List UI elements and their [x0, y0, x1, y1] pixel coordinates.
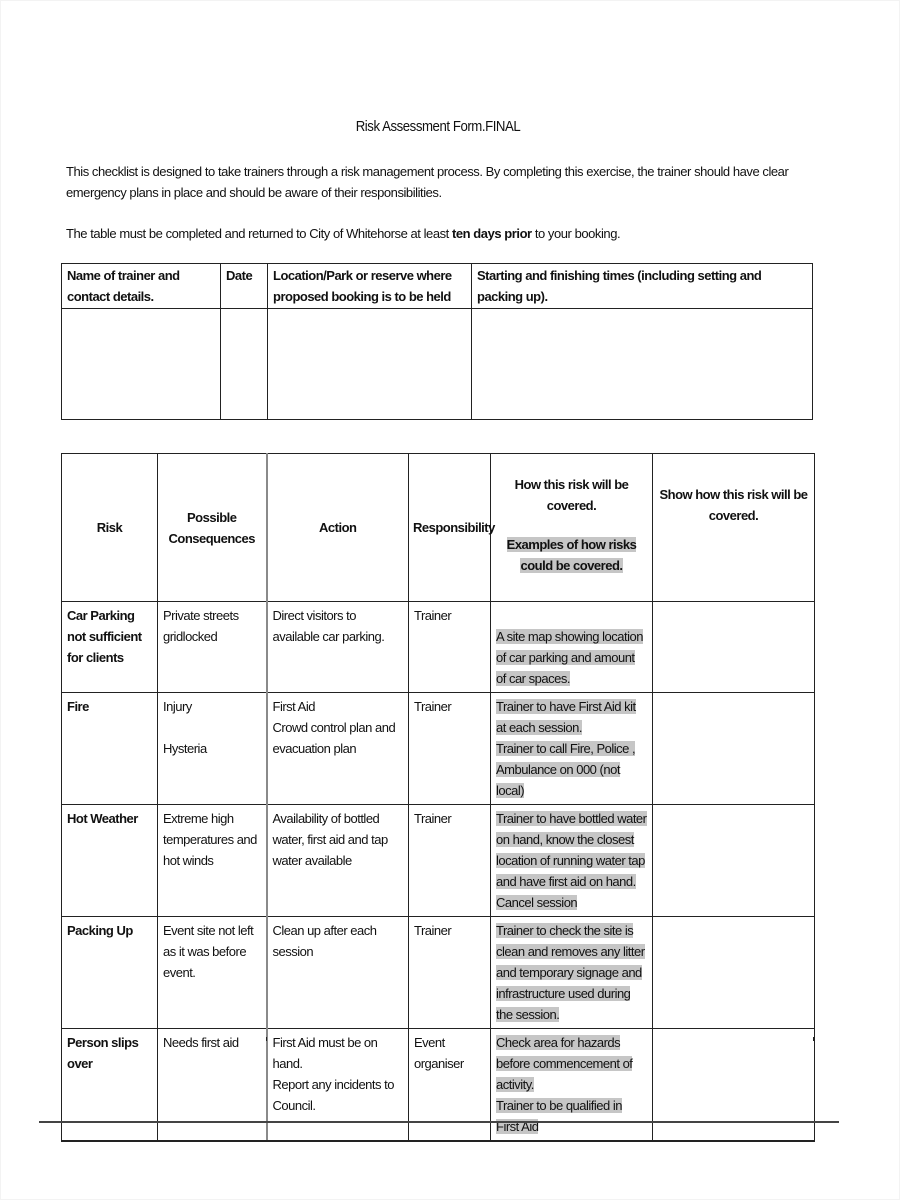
risk-row: Car Parking not sufficient for clients Pr… [61, 601, 815, 693]
location-field[interactable] [267, 308, 472, 420]
header-how-covered: How this risk will be covered. Examples … [490, 453, 653, 602]
document-title: Risk Assessment Form.FINAL [355, 118, 521, 135]
consequence-text: Extreme high temperatures and hot winds [163, 811, 257, 868]
action-text: Crowd control plan and evacuation plan [272, 720, 396, 756]
header-consequences: Possible Consequences [157, 453, 267, 602]
times-field[interactable] [471, 308, 813, 420]
responsibility-cell: Event organiser [408, 1028, 491, 1142]
header-show-covered: Show how this risk will be covered. [652, 453, 815, 602]
action-cell: Clean up after each session [265, 916, 409, 1029]
header-date: Date [220, 263, 268, 309]
action-text: Clean up after each session [272, 923, 377, 959]
show-covered-field[interactable] [652, 1028, 815, 1142]
example-line: Check area for hazards before commenceme… [496, 1032, 647, 1095]
consequences-cell: Private streets gridlocked [157, 601, 267, 693]
header-action: Action [265, 453, 409, 602]
example-text: Trainer to call Fire, Police , Ambulance… [496, 741, 636, 798]
action-cell: Availability of bottled water, first aid… [265, 804, 409, 917]
action-cell: Direct visitors to available car parking… [265, 601, 409, 693]
risk-row: Packing Up Event site not left as it was … [61, 916, 815, 1029]
risk-name: Fire [67, 699, 89, 714]
show-covered-field[interactable] [652, 804, 815, 917]
example-line: A site map showing location of car parki… [496, 626, 647, 689]
intro-paragraph: This checklist is designed to take train… [66, 164, 789, 200]
risk-row: Hot Weather Extreme high temperatures and… [61, 804, 815, 917]
example-line: Trainer to call Fire, Police , Ambulance… [496, 738, 647, 801]
consequence-text: Private streets gridlocked [163, 608, 239, 644]
example-text: Trainer to have First Aid kit at each se… [496, 699, 636, 735]
risk-name: Packing Up [67, 923, 133, 938]
example-text: Trainer to be qualified in First Aid [496, 1098, 623, 1134]
consequence-text: Hysteria [163, 741, 207, 756]
consequence-text: Needs first aid [163, 1035, 239, 1050]
consequences-cell: Needs first aid [157, 1028, 267, 1142]
responsibility-text: Trainer [414, 811, 452, 826]
responsibility-cell: Trainer [408, 804, 491, 917]
example-text: Check area for hazards before commenceme… [496, 1035, 633, 1092]
risk-row: Person slips over Needs first aid First Ai… [61, 1028, 815, 1142]
responsibility-cell: Trainer [408, 692, 491, 805]
action-cell: First Aid must be on hand. Report any inc… [265, 1028, 409, 1142]
responsibility-text: Trainer [414, 923, 452, 938]
action-text: Availability of bottled water, first aid… [272, 811, 389, 868]
trainer-contact-field[interactable] [61, 308, 221, 420]
example-line: Trainer to check the site is clean and r… [496, 920, 647, 1025]
responsibility-cell: Trainer [408, 916, 491, 1029]
header-location: Location/Park or reserve where proposed … [267, 263, 472, 309]
show-covered-field[interactable] [652, 692, 815, 805]
instruction-text: The table must be completed and returned… [66, 226, 452, 241]
example-line: Trainer to have bottled water on hand, k… [496, 808, 647, 892]
risk-name-cell: Packing Up [61, 916, 158, 1029]
risk-name-cell: Person slips over [61, 1028, 158, 1142]
examples-cell: Check area for hazards before commenceme… [490, 1028, 653, 1142]
example-text: A site map showing location of car parki… [496, 629, 643, 686]
header-responsibility: Responsibility [408, 453, 495, 602]
risk-name: Car Parking not sufficient for clients [67, 608, 142, 665]
table-continuation [61, 1037, 814, 1041]
risk-name-cell: Car Parking not sufficient for clients [61, 601, 158, 693]
examples-cell: A site map showing location of car parki… [490, 601, 653, 693]
action-text: Direct visitors to available car parking… [272, 608, 385, 644]
instruction-deadline: ten days prior [452, 226, 532, 241]
example-text: Trainer to have bottled water on hand, k… [496, 811, 647, 889]
consequences-cell: Injury Hysteria [157, 692, 267, 805]
example-line: Cancel session [496, 892, 647, 913]
booking-info-header-row: Name of trainer and contact details. Dat… [61, 263, 813, 309]
risk-name-cell: Hot Weather [61, 804, 158, 917]
risk-name: Hot Weather [67, 811, 138, 826]
date-field[interactable] [220, 308, 268, 420]
risk-header-row: Risk Possible Consequences Action Respon… [61, 453, 815, 602]
examples-cell: Trainer to check the site is clean and r… [490, 916, 653, 1029]
example-text: Cancel session [496, 895, 578, 910]
booking-info-input-row [61, 308, 813, 420]
action-text: Report any incidents to Council. [272, 1077, 395, 1113]
header-how-covered-label: How this risk will be covered. [514, 477, 629, 513]
consequences-cell: Event site not left as it was before eve… [157, 916, 267, 1029]
booking-info-table: Name of trainer and contact details. Dat… [61, 263, 813, 420]
consequence-text: Event site not left as it was before eve… [163, 923, 254, 980]
consequence-text: Injury [163, 699, 192, 714]
header-trainer-contact: Name of trainer and contact details. [61, 263, 221, 309]
instruction-text-end: to your booking. [531, 226, 621, 241]
examples-cell: Trainer to have First Aid kit at each se… [490, 692, 653, 805]
responsibility-text: Trainer [414, 608, 452, 623]
example-line: Trainer to have First Aid kit at each se… [496, 696, 647, 738]
risk-row: Fire Injury Hysteria First Aid Crowd control… [61, 692, 815, 805]
risk-name-cell: Fire [61, 692, 158, 805]
responsibility-cell: Trainer [408, 601, 491, 693]
show-covered-field[interactable] [652, 601, 815, 693]
examples-cell: Trainer to have bottled water on hand, k… [490, 804, 653, 917]
example-text: Trainer to check the site is clean and r… [496, 923, 645, 1022]
action-text: First Aid [272, 699, 316, 714]
instruction-paragraph: The table must be completed and returned… [66, 223, 826, 244]
header-times: Starting and finishing times (including … [471, 263, 813, 309]
header-examples-label: Examples of how risks could be covered. [506, 537, 637, 573]
header-risk: Risk [61, 453, 158, 602]
example-line: Trainer to be qualified in First Aid [496, 1095, 647, 1137]
responsibility-text: Trainer [414, 699, 452, 714]
consequences-cell: Extreme high temperatures and hot winds [157, 804, 267, 917]
show-covered-field[interactable] [652, 916, 815, 1029]
footer-divider [39, 1121, 839, 1123]
action-cell: First Aid Crowd control plan and evacuati… [265, 692, 409, 805]
